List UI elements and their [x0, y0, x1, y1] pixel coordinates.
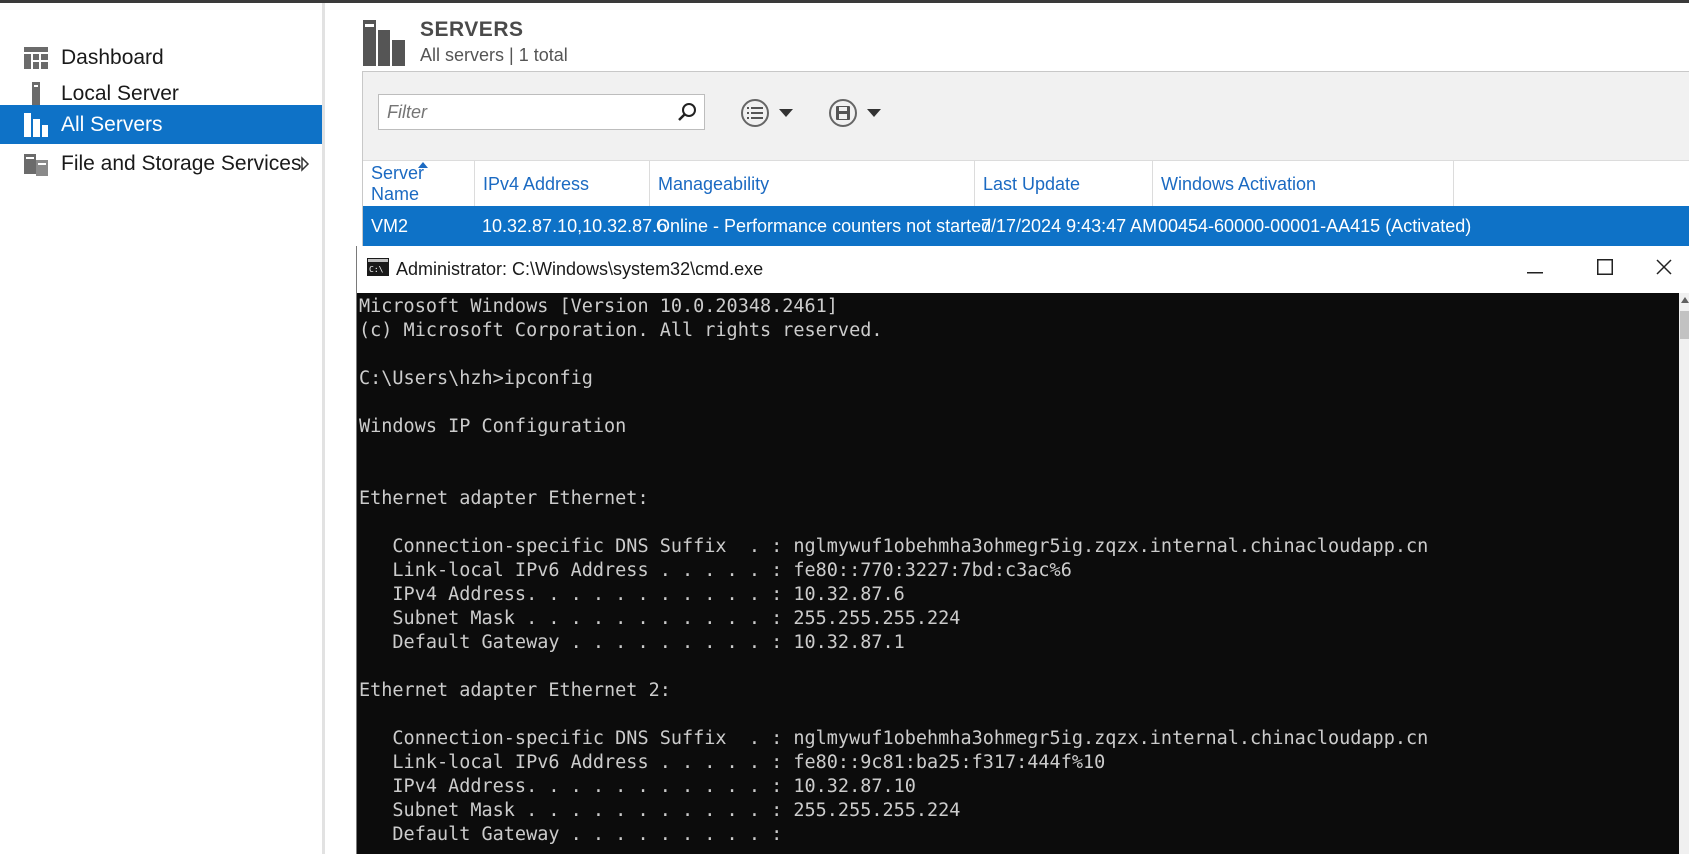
sidebar: Dashboard Local Server All Servers File … — [0, 3, 325, 854]
servers-panel: Server Name IPv4 Address Manageability L… — [362, 71, 1689, 246]
console-line: Microsoft Windows [Version 10.0.20348.24… — [359, 296, 838, 317]
cmd-app-icon: C:\ — [367, 258, 389, 281]
sidebar-item-label: File and Storage Services — [61, 151, 302, 175]
dashboard-icon — [23, 45, 49, 71]
column-header-windows-activation[interactable]: Windows Activation — [1153, 161, 1454, 207]
chevron-right-icon[interactable] — [300, 154, 310, 178]
search-icon[interactable] — [676, 101, 698, 128]
table-row[interactable]: VM2 10.32.87.10,10.32.87.6 Online - Perf… — [363, 206, 1689, 246]
chevron-down-icon — [779, 104, 793, 122]
cmd-titlebar[interactable]: C:\ Administrator: C:\Windows\system32\c… — [357, 246, 1689, 293]
console-line: Connection-specific DNS Suffix . : nglmy… — [359, 536, 1429, 557]
chevron-down-icon — [867, 104, 881, 122]
console-line: Default Gateway . . . . . . . . . : 10.3… — [359, 632, 905, 653]
scrollbar-thumb[interactable] — [1680, 311, 1689, 339]
column-header-last-update[interactable]: Last Update — [975, 161, 1153, 207]
page-title: SERVERS — [420, 18, 524, 41]
all-servers-icon — [23, 112, 49, 138]
cell-activation: 00454-60000-00001-AA415 (Activated) — [1158, 215, 1472, 236]
servers-header-icon — [363, 20, 405, 71]
storage-icon — [23, 151, 49, 177]
console-line: Subnet Mask . . . . . . . . . . . : 255.… — [359, 608, 961, 629]
cell-last-update: 7/17/2024 9:43:47 AM — [981, 215, 1158, 236]
console-line: Windows IP Configuration — [359, 416, 627, 437]
scroll-up-icon[interactable] — [1681, 297, 1689, 303]
close-icon — [1656, 259, 1672, 280]
console-line: Ethernet adapter Ethernet 2: — [359, 680, 671, 701]
page-subtitle: All servers | 1 total — [420, 45, 568, 65]
table-header-row: Server Name IPv4 Address Manageability L… — [363, 160, 1689, 207]
console-line: Link-local IPv6 Address . . . . . : fe80… — [359, 560, 1072, 581]
save-icon — [829, 99, 857, 127]
console-line: Ethernet adapter Ethernet: — [359, 488, 649, 509]
close-button[interactable] — [1629, 246, 1689, 293]
maximize-icon — [1597, 259, 1613, 280]
cmd-window: C:\ Administrator: C:\Windows\system32\c… — [356, 246, 1689, 854]
cell-ipv4: 10.32.87.10,10.32.87.6 — [482, 215, 668, 236]
sidebar-item-label: Dashboard — [61, 45, 164, 69]
console-line: IPv4 Address. . . . . . . . . . . : 10.3… — [359, 584, 905, 605]
sidebar-item-label: Local Server — [61, 81, 179, 105]
server-icon — [23, 81, 49, 107]
column-header-server-name[interactable]: Server Name — [363, 161, 475, 207]
console-output[interactable]: Microsoft Windows [Version 10.0.20348.24… — [357, 293, 1679, 854]
console-line: Default Gateway . . . . . . . . . : — [359, 824, 783, 845]
console-line: Link-local IPv6 Address . . . . . : fe80… — [359, 752, 1106, 773]
console-line: (c) Microsoft Corporation. All rights re… — [359, 320, 883, 341]
minimize-button[interactable] — [1500, 246, 1570, 293]
console-line: C:\Users\hzh>ipconfig — [359, 368, 593, 389]
view-options-button[interactable] — [741, 96, 793, 130]
cell-server-name: VM2 — [371, 215, 409, 236]
column-header-manageability[interactable]: Manageability — [650, 161, 975, 207]
sidebar-item-file-storage[interactable]: File and Storage Services — [0, 144, 322, 183]
sort-ascending-icon — [418, 162, 428, 168]
console-scrollbar[interactable] — [1679, 293, 1689, 854]
list-options-icon — [741, 99, 769, 127]
filter-box — [378, 94, 705, 130]
save-query-button[interactable] — [829, 96, 881, 130]
cmd-title: Administrator: C:\Windows\system32\cmd.e… — [396, 259, 764, 279]
column-header-ipv4[interactable]: IPv4 Address — [475, 161, 650, 207]
sidebar-item-label: All Servers — [61, 112, 163, 136]
svg-text:C:\: C:\ — [369, 265, 384, 274]
sidebar-item-all-servers[interactable]: All Servers — [0, 105, 322, 144]
filter-input[interactable] — [387, 101, 677, 123]
console-line: Connection-specific DNS Suffix . : nglmy… — [359, 728, 1429, 749]
minimize-icon — [1527, 261, 1543, 279]
console-line: IPv4 Address. . . . . . . . . . . : 10.3… — [359, 776, 916, 797]
cell-manageability: Online - Performance counters not starte… — [656, 215, 992, 236]
sidebar-item-dashboard[interactable]: Dashboard — [0, 38, 322, 77]
console-line: Subnet Mask . . . . . . . . . . . : 255.… — [359, 800, 961, 821]
